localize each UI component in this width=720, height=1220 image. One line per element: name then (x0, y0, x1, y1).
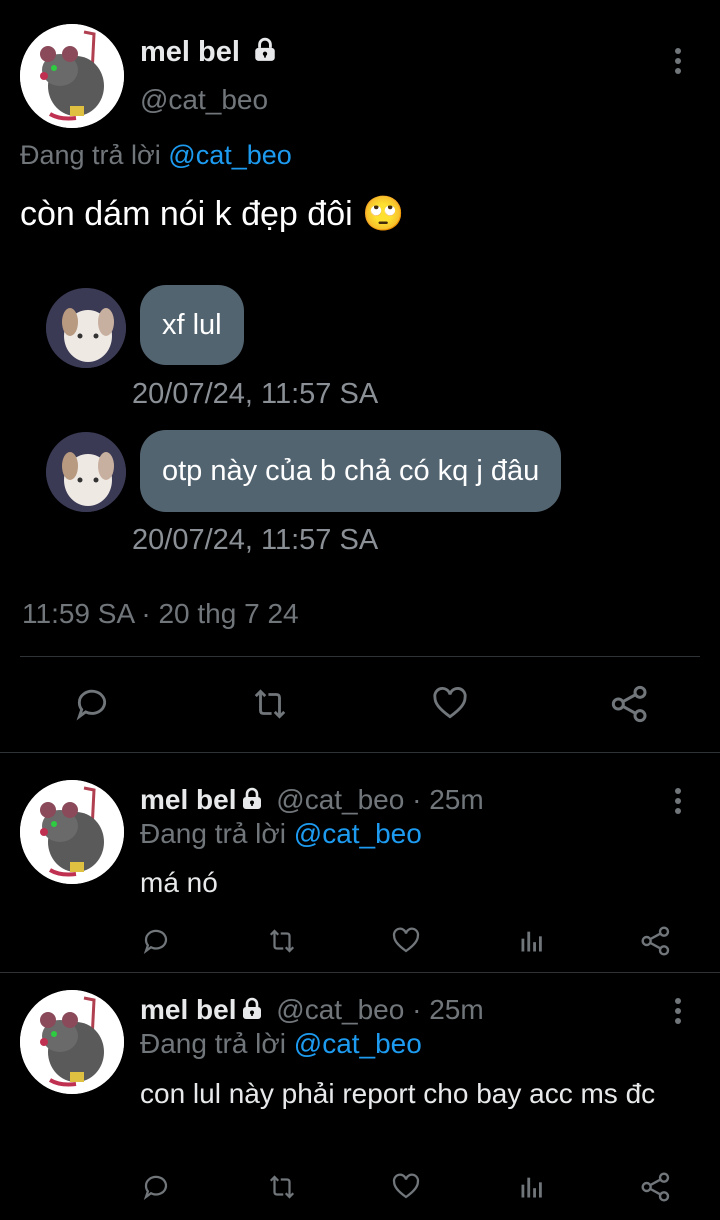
tweet-timestamp[interactable]: 11:59 SA · 20 thg 7 24 (22, 598, 299, 630)
lock-icon (252, 37, 278, 71)
chat-time: 20/07/24, 11:57 SA (132, 378, 379, 410)
tweet-meta: @cat_beo · 25m (276, 784, 484, 815)
replying-label: Đang trả lời (140, 1028, 286, 1059)
chat-avatar (46, 432, 126, 512)
replying-to-link[interactable]: @cat_beo (294, 1028, 422, 1059)
tweet-text: còn dám nói k đẹp đôi 🙄 (20, 195, 405, 233)
views-icon[interactable] (514, 924, 550, 958)
replying-label: Đang trả lời (20, 140, 161, 170)
lock-icon (240, 996, 264, 1028)
more-options-icon[interactable] (673, 998, 683, 1024)
tweet-text: con lul này phải report cho bay acc ms đ… (140, 1078, 656, 1109)
replying-to-link[interactable]: @cat_beo (294, 818, 422, 849)
views-icon[interactable] (514, 1170, 550, 1204)
author-avatar[interactable] (20, 780, 124, 884)
like-icon[interactable] (428, 684, 472, 724)
share-icon[interactable] (608, 684, 652, 724)
author-display-name[interactable]: mel bel (140, 36, 240, 68)
chat-avatar (46, 288, 126, 368)
more-options-icon[interactable] (673, 48, 683, 74)
author-avatar[interactable] (20, 24, 124, 128)
more-options-icon[interactable] (673, 788, 683, 814)
lock-icon (240, 786, 264, 818)
reply-icon[interactable] (70, 684, 114, 724)
chat-message-text: otp này của b chả có kq j đâu (162, 454, 540, 487)
tweet-text: má nó (140, 867, 218, 898)
retweet-icon[interactable] (248, 684, 292, 724)
author-avatar[interactable] (20, 990, 124, 1094)
author-display-name[interactable]: mel bel (140, 994, 236, 1025)
author-display-name[interactable]: mel bel (140, 784, 236, 815)
retweet-icon[interactable] (264, 1170, 300, 1204)
divider (0, 752, 720, 753)
share-icon[interactable] (638, 1170, 674, 1204)
chat-message-text: xf lul (162, 308, 222, 341)
reply-icon[interactable] (138, 924, 174, 958)
chat-bubble: xf lul (140, 285, 244, 365)
replying-label: Đang trả lời (140, 818, 286, 849)
replying-to-link[interactable]: @cat_beo (168, 140, 292, 170)
divider (20, 656, 700, 657)
tweet-meta: @cat_beo · 25m (276, 994, 484, 1025)
author-handle[interactable]: @cat_beo (140, 84, 268, 116)
chat-time: 20/07/24, 11:57 SA (132, 524, 379, 556)
reply-icon[interactable] (138, 1170, 174, 1204)
like-icon[interactable] (388, 1170, 424, 1204)
chat-bubble: otp này của b chả có kq j đâu (140, 430, 562, 512)
share-icon[interactable] (638, 924, 674, 958)
retweet-icon[interactable] (264, 924, 300, 958)
like-icon[interactable] (388, 924, 424, 958)
divider (0, 972, 720, 973)
